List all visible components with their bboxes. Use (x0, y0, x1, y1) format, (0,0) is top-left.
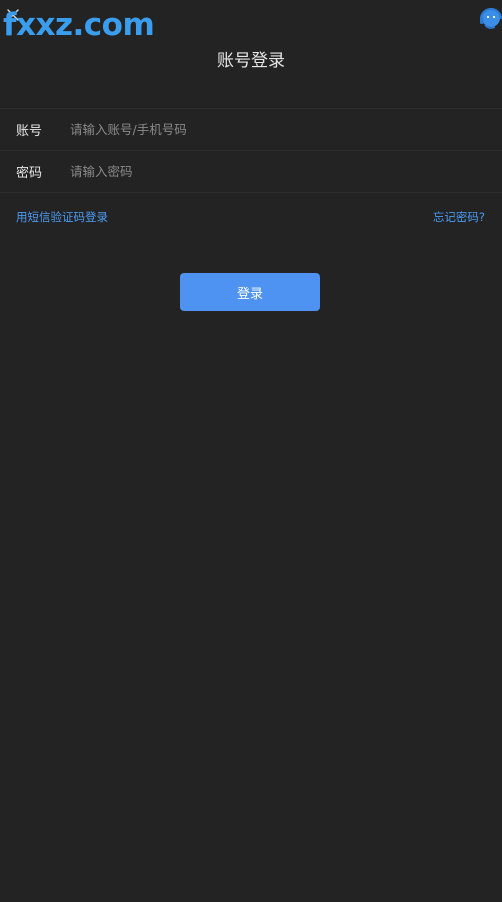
sms-login-link[interactable]: 用短信验证码登录 (16, 209, 108, 225)
login-page: fxxz.com 账号登录 账号 密码 用短信验证码登录 忘记密码? 登录 (0, 0, 502, 902)
login-button[interactable]: 登录 (180, 273, 320, 311)
account-row: 账号 (0, 109, 502, 150)
auxiliary-links: 用短信验证码登录 忘记密码? (16, 209, 485, 225)
account-label: 账号 (16, 124, 43, 139)
customer-service-button[interactable] (476, 6, 502, 32)
page-title: 账号登录 (217, 51, 285, 71)
customer-service-icon (479, 7, 502, 29)
password-input[interactable] (70, 159, 502, 184)
login-form: 账号 密码 (0, 108, 502, 193)
password-label: 密码 (16, 166, 43, 181)
account-input[interactable] (70, 117, 502, 142)
divider (0, 192, 502, 193)
password-row: 密码 (0, 151, 502, 192)
forgot-password-link[interactable]: 忘记密码? (433, 209, 485, 225)
watermark-logo: fxxz.com (3, 7, 155, 43)
